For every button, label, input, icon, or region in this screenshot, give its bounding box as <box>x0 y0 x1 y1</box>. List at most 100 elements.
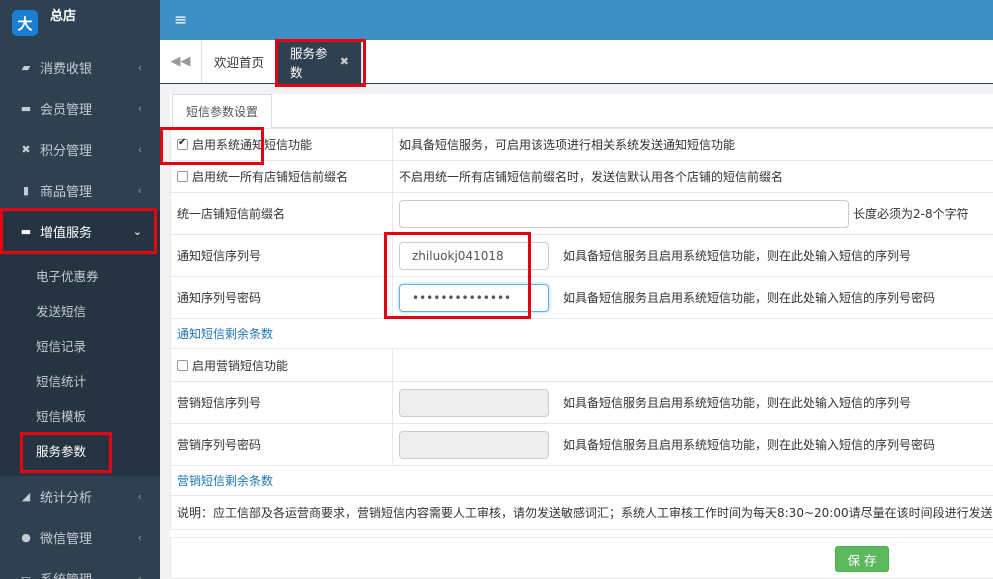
form-field: zhiluokj041018 如具备短信服务且启用系统短信功能，则在此处输入短信的… <box>392 234 993 277</box>
form-desc: 如具备短信服务，可启用该选项进行相关系统发送通知短信功能 <box>392 128 993 161</box>
notify-serial-hint: 如具备短信服务且启用系统短信功能，则在此处输入短信的序列号 <box>563 249 912 263</box>
sidebar-item-wechat[interactable]: ● 微信管理 ‹ <box>0 517 160 558</box>
marketing-password-hint: 如具备短信服务且启用系统短信功能，则在此处输入短信的序列号密码 <box>563 438 936 452</box>
prefix-hint: 长度必须为2-8个字符 <box>853 207 969 221</box>
person-run-icon: 大 <box>12 10 38 36</box>
marketing-password-input[interactable] <box>399 430 549 459</box>
submenu-item-service-params[interactable]: 服务参数 <box>0 433 160 468</box>
form-row: 统一店铺短信前缀名 长度必须为2-8个字符 <box>170 192 993 235</box>
crossed-tools-icon: ✖ <box>21 143 31 156</box>
form-label: 启用系统通知短信功能 <box>170 128 393 161</box>
submenu: 电子优惠券 发送短信 短信记录 短信统计 短信模板 服务参数 <box>0 252 160 476</box>
form-label: 营销短信序列号 <box>170 381 393 424</box>
submenu-item-sms-records[interactable]: 短信记录 <box>0 328 160 363</box>
form-footer: 保 存 <box>170 537 993 579</box>
prefix-input[interactable] <box>399 199 849 228</box>
marketing-serial-input[interactable] <box>399 388 549 417</box>
form-link-cell: 通知短信剩余条数 <box>170 318 993 349</box>
form-label: 营销序列号密码 <box>170 423 393 466</box>
tab-scroll-left-icon[interactable]: ◀◀ <box>160 40 202 83</box>
wechat-icon: ● <box>21 531 31 544</box>
enable-sys-sms-checkbox[interactable] <box>177 137 188 150</box>
enable-marketing-label: 启用营销短信功能 <box>192 358 289 373</box>
chevron-left-icon: ‹ <box>137 572 142 579</box>
sidebar-item-value-added[interactable]: ▬ 增值服务 ⌄ <box>0 211 160 252</box>
notify-password-input[interactable]: •••••••••••••• <box>399 283 549 312</box>
submenu-item-sms-stats[interactable]: 短信统计 <box>0 363 160 398</box>
submenu-item-send-sms[interactable]: 发送短信 <box>0 293 160 328</box>
sidebar-item-products[interactable]: ▮ 商品管理 ‹ <box>0 170 160 211</box>
form-row: 营销序列号密码 如具备短信服务且启用系统短信功能，则在此处输入短信的序列号密码 <box>170 423 993 466</box>
hamburger-icon[interactable]: ≡ <box>174 10 187 29</box>
tab-service-params[interactable]: 服务参数 ✖ <box>278 40 362 83</box>
chevron-down-icon: ⌄ <box>132 225 142 238</box>
sidebar-item-statistics[interactable]: ◢ 统计分析 ‹ <box>0 476 160 517</box>
settings-panel: 短信参数设置 启用系统通知短信功能 如具备短信服务，可启用该选项进行相关系统发送… <box>170 94 993 579</box>
form-field: 如具备短信服务且启用系统短信功能，则在此处输入短信的序列号 <box>392 381 993 424</box>
sidebar-item-label: 系统管理 <box>40 569 92 579</box>
form-field: 如具备短信服务且启用系统短信功能，则在此处输入短信的序列号密码 <box>392 423 993 466</box>
card-icon: ▬ <box>20 102 32 115</box>
tab-sms-settings[interactable]: 短信参数设置 <box>172 94 272 129</box>
form-row: 说明：应工信部及各运营商要求，营销短信内容需要人工审核，请勿发送敏感词汇；系统人… <box>170 495 993 530</box>
form-row: 营销短信剩余条数 <box>170 465 993 496</box>
sidebar-item-members[interactable]: ▬ 会员管理 ‹ <box>0 88 160 129</box>
tab-home[interactable]: 欢迎首页 <box>202 40 278 83</box>
settings-form: 启用系统通知短信功能 如具备短信服务，可启用该选项进行相关系统发送通知短信功能 … <box>170 128 993 530</box>
form-link-cell: 营销短信剩余条数 <box>170 465 993 496</box>
form-label: 通知序列号密码 <box>170 276 393 319</box>
marketing-remaining-link[interactable]: 营销短信剩余条数 <box>177 474 273 488</box>
sidebar-item-label: 增值服务 <box>40 226 93 241</box>
enable-marketing-checkbox[interactable] <box>177 359 188 371</box>
top-bar: ≡ <box>160 0 993 40</box>
brand: 大 总店 <box>0 0 160 42</box>
sidebar-item-label: 消费收银 <box>40 62 93 77</box>
sms-notice: 说明：应工信部及各运营商要求，营销短信内容需要人工审核，请勿发送敏感词汇；系统人… <box>170 495 993 530</box>
notify-password-hint: 如具备短信服务且启用系统短信功能，则在此处输入短信的序列号密码 <box>563 291 936 305</box>
form-row: 通知序列号密码 •••••••••••••• 如具备短信服务且启用系统短信功能，则… <box>170 276 993 319</box>
chevron-left-icon: ‹ <box>137 61 142 74</box>
brand-name: 总店 <box>50 8 77 24</box>
sidebar-item-label: 会员管理 <box>40 103 93 118</box>
tab-label: 服务参数 <box>290 45 328 80</box>
sidebar-item-label: 积分管理 <box>40 144 93 159</box>
form-row: 通知短信序列号 zhiluokj041018 如具备短信服务且启用系统短信功能，则… <box>170 234 993 277</box>
sidebar-item-checkout[interactable]: ▰ 消费收银 ‹ <box>0 47 160 88</box>
marketing-serial-hint: 如具备短信服务且启用系统短信功能，则在此处输入短信的序列号 <box>563 396 912 410</box>
chevron-left-icon: ‹ <box>137 531 142 544</box>
notify-serial-input[interactable]: zhiluokj041018 <box>399 241 549 270</box>
submenu-item-coupons[interactable]: 电子优惠券 <box>0 258 160 293</box>
sidebar-item-label: 统计分析 <box>40 491 93 506</box>
save-button[interactable]: 保 存 <box>835 546 889 572</box>
form-row: 通知短信剩余条数 <box>170 318 993 349</box>
close-icon[interactable]: ✖ <box>340 55 349 68</box>
form-label: 启用统一所有店铺短信前缀名 <box>170 160 393 193</box>
form-desc <box>392 348 993 382</box>
tab-label: 欢迎首页 <box>214 55 265 70</box>
area-chart-icon: ◢ <box>21 490 31 503</box>
enable-prefix-checkbox[interactable] <box>177 171 188 182</box>
submenu-item-sms-templates[interactable]: 短信模板 <box>0 398 160 433</box>
form-label: 启用营销短信功能 <box>170 348 393 382</box>
chevron-left-icon: ‹ <box>137 490 142 503</box>
form-row: 启用系统通知短信功能 如具备短信服务，可启用该选项进行相关系统发送通知短信功能 <box>170 128 993 161</box>
form-row: 启用营销短信功能 <box>170 348 993 382</box>
form-desc: 不启用统一所有店铺短信前缀名时，发送信默认用各个店铺的短信前缀名 <box>392 160 993 193</box>
form-row: 营销短信序列号 如具备短信服务且启用系统短信功能，则在此处输入短信的序列号 <box>170 381 993 424</box>
form-label: 通知短信序列号 <box>170 234 393 277</box>
cart-icon: ▬ <box>20 225 32 238</box>
tab-bar: ◀◀ 欢迎首页 服务参数 ✖ <box>160 40 993 84</box>
form-field: •••••••••••••• 如具备短信服务且启用系统短信功能，则在此处输入短信的… <box>392 276 993 319</box>
chevron-left-icon: ‹ <box>137 143 142 156</box>
content-area: 短信参数设置 启用系统通知短信功能 如具备短信服务，可启用该选项进行相关系统发送… <box>160 84 993 579</box>
notify-remaining-link[interactable]: 通知短信剩余条数 <box>177 327 273 341</box>
chevron-left-icon: ‹ <box>137 184 142 197</box>
monitor-icon: ▭ <box>20 572 32 579</box>
form-field: 长度必须为2-8个字符 <box>392 192 993 235</box>
sidebar-item-points[interactable]: ✖ 积分管理 ‹ <box>0 129 160 170</box>
enable-prefix-label: 启用统一所有店铺短信前缀名 <box>192 170 349 184</box>
bag-icon: ▰ <box>21 61 31 74</box>
sidebar-item-label: 微信管理 <box>40 532 93 547</box>
sidebar-item-system[interactable]: ▭ 系统管理 ‹ <box>0 558 160 579</box>
subtab-row: 短信参数设置 <box>170 94 993 129</box>
